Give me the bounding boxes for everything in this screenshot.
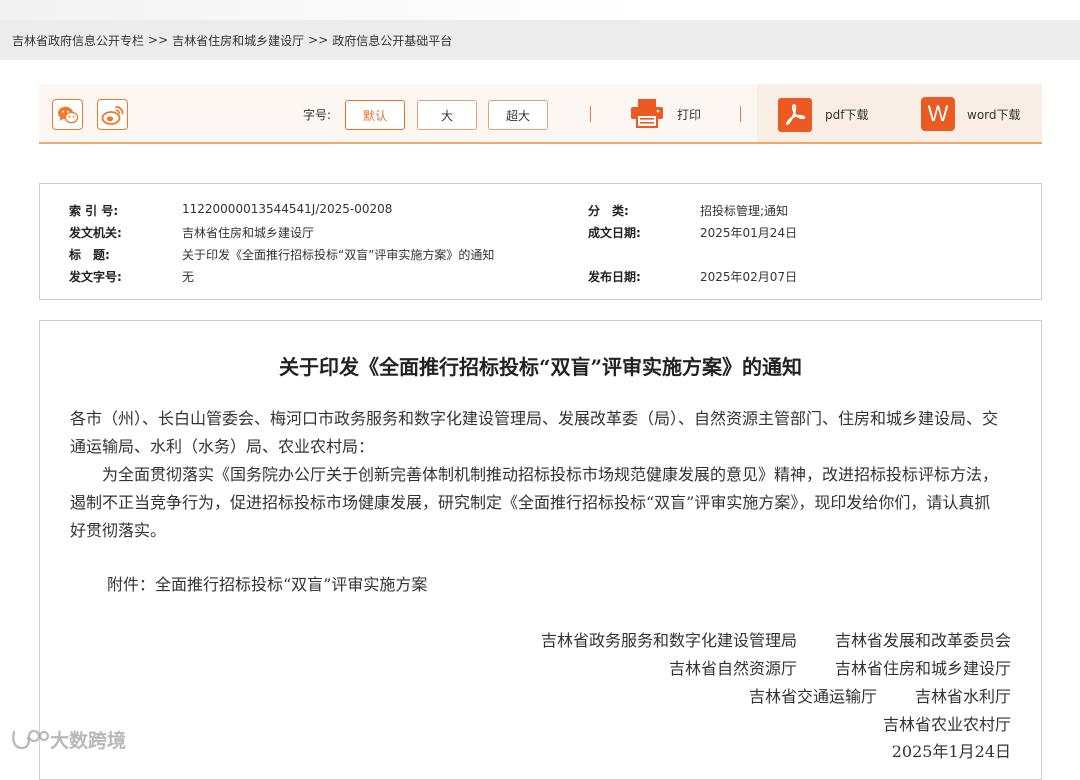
- word-download-link[interactable]: word下载: [967, 106, 1021, 123]
- font-size-xlarge-button[interactable]: 超大: [488, 100, 548, 130]
- signatory: 吉林省发展和改革委员会: [834, 631, 1011, 650]
- document-body: 为全面贯彻落实《国务院办公厅关于创新完善体制机制推动招标投标市场规范健康发展的意…: [70, 465, 999, 540]
- meta-publish-key: 发布日期:: [588, 270, 641, 284]
- meta-docno-key: 发文字号:: [69, 270, 122, 284]
- meta-date-key: 成文日期:: [588, 226, 641, 240]
- top-banner-strip: [0, 0, 1080, 20]
- document-metadata-table: 索 引 号: 11220000013544541J/2025-00208 分 类…: [39, 183, 1042, 300]
- meta-date-value: 2025年01月24日: [700, 226, 798, 240]
- document-attachment[interactable]: 附件：全面推行招标投标“双盲”评审实施方案: [107, 571, 427, 595]
- printer-icon[interactable]: [630, 98, 664, 128]
- meta-title-value: 关于印发《全面推行招标投标“双盲”评审实施方案》的通知: [182, 248, 495, 262]
- breadcrumb-item-housing-department[interactable]: 吉林省住房和城乡建设厅: [172, 32, 304, 49]
- meta-index-value: 11220000013544541J/2025-00208: [182, 202, 393, 216]
- signature-line: 吉林省政务服务和数字化建设管理局 吉林省发展和改革委员会: [541, 627, 1011, 651]
- wechat-icon: [57, 106, 78, 123]
- signature-line: 吉林省自然资源厅 吉林省住房和城乡建设厅: [669, 655, 1011, 679]
- watermark-icon: [12, 729, 50, 749]
- meta-publish-value: 2025年02月07日: [700, 270, 798, 284]
- pdf-icon[interactable]: [778, 98, 812, 132]
- watermark-logo: 大数跨境: [10, 726, 126, 753]
- font-size-label: 字号:: [303, 108, 332, 122]
- signature-line: 吉林省交通运输厅 吉林省水利厅: [749, 683, 1011, 707]
- breadcrumb-item-gov-info-column[interactable]: 吉林省政府信息公开专栏: [12, 32, 144, 49]
- meta-title-key: 标 题:: [69, 248, 110, 262]
- font-size-large-button[interactable]: 大: [417, 100, 477, 130]
- font-size-default-button[interactable]: 默认: [345, 100, 405, 130]
- meta-issuer-value: 吉林省住房和城乡建设厅: [182, 226, 315, 240]
- word-icon[interactable]: W: [921, 97, 955, 131]
- signatory: 吉林省住房和城乡建设厅: [834, 659, 1011, 678]
- document-content: 关于印发《全面推行招标投标“双盲”评审实施方案》的通知 各市（州）、长白山管委会…: [39, 320, 1042, 780]
- meta-docno-value: 无: [182, 270, 195, 284]
- wechat-share-button[interactable]: [52, 99, 83, 130]
- pdf-download-link[interactable]: pdf下载: [825, 106, 868, 123]
- weibo-icon: [101, 105, 123, 125]
- print-link[interactable]: 打印: [677, 106, 701, 123]
- signatory: 吉林省交通运输厅: [748, 687, 877, 706]
- document-addressees: 各市（州）、长白山管委会、梅河口市政务服务和数字化建设管理局、发展改革委（局）、…: [70, 409, 999, 456]
- document-title: 关于印发《全面推行招标投标“双盲”评审实施方案》的通知: [278, 355, 802, 379]
- breadcrumb: 吉林省政府信息公开专栏 >> 吉林省住房和城乡建设厅 >> 政府信息公开基础平台: [0, 20, 1080, 60]
- weibo-share-button[interactable]: [97, 99, 128, 130]
- toolbar-divider: [590, 106, 591, 122]
- toolbar-divider: [740, 106, 741, 122]
- meta-category-value: 招投标管理;通知: [700, 204, 789, 218]
- watermark-text: 大数跨境: [50, 730, 127, 752]
- signatory: 吉林省政务服务和数字化建设管理局: [540, 631, 797, 650]
- breadcrumb-item-info-platform[interactable]: 政府信息公开基础平台: [332, 32, 452, 49]
- meta-issuer-key: 发文机关:: [69, 226, 122, 240]
- signature-line: 吉林省农业农村厅: [883, 711, 1011, 735]
- meta-index-key: 索 引 号:: [69, 204, 119, 218]
- breadcrumb-separator: >>: [308, 33, 329, 47]
- meta-category-key: 分 类:: [588, 204, 629, 218]
- article-toolbar: 字号: 默认 大 超大 打印 pdf下载 W word下载: [39, 84, 1042, 144]
- breadcrumb-separator: >>: [148, 33, 169, 47]
- signatory: 吉林省水利厅: [914, 687, 1011, 706]
- document-date: 2025年1月24日: [891, 742, 1011, 761]
- signatory: 吉林省农业农村厅: [882, 715, 1011, 734]
- acrobat-icon: [786, 104, 806, 125]
- signatory: 吉林省自然资源厅: [668, 659, 797, 678]
